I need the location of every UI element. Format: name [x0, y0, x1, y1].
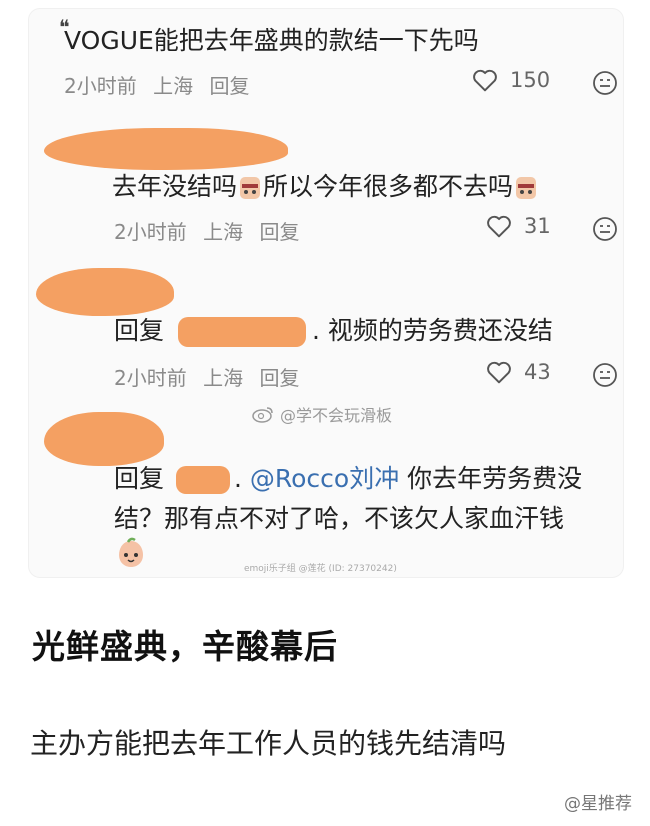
comment-2-text-part1: 去年没结吗 — [112, 172, 238, 201]
emoji-react-icon[interactable] — [592, 70, 618, 96]
comment-3-location: 上海 — [203, 366, 244, 390]
sticker-credit: emoji乐子组 @莲花 (ID: 27370242) — [244, 564, 397, 574]
comment-3-reply-prefix: 回复 — [114, 316, 165, 345]
comment-1-time: 2小时前 — [64, 74, 137, 98]
comment-4-text-line1: 你去年劳务费没 — [407, 464, 583, 493]
comment-4-line2: 结？那有点不对了哈，不该欠人家血汗钱 — [114, 504, 565, 533]
weibo-logo-icon — [252, 407, 273, 423]
heart-icon — [487, 361, 511, 384]
comment-3-like-button[interactable]: 43 — [486, 360, 551, 384]
emoji-react-icon[interactable] — [592, 362, 618, 388]
comment-2-meta: 2小时前 上海 回复 — [114, 216, 309, 245]
comment-3-reply-button[interactable]: 回复 — [259, 366, 299, 390]
redacted-avatar-username — [44, 128, 288, 170]
peach-sticker-icon — [119, 537, 143, 567]
comment-2-time: 2小时前 — [114, 220, 187, 244]
comment-1-text: VOGUE能把去年盛典的款结一下先吗 — [64, 26, 479, 55]
comment-1-reply-button[interactable]: 回复 — [209, 74, 249, 98]
redacted-avatar-username — [36, 268, 174, 316]
comment-1-like-button[interactable]: 150 — [472, 68, 550, 92]
article-headline: 光鲜盛典，辛酸幕后 — [32, 627, 338, 666]
redacted-username — [175, 466, 230, 494]
article-body: 主办方能把去年工作人员的钱先结清吗 — [30, 727, 507, 760]
sticker-emoji-icon — [516, 177, 537, 199]
comment-4-reply-prefix: 回复 — [114, 464, 165, 493]
emoji-react-icon[interactable] — [592, 216, 618, 242]
comment-2-like-button[interactable]: 31 — [486, 214, 551, 238]
heart-icon — [487, 215, 511, 238]
comment-1-location: 上海 — [153, 74, 194, 98]
mention-link[interactable]: @Rocco刘冲 — [250, 464, 399, 493]
comment-4-line1: 回复 . @Rocco刘冲 你去年劳务费没 — [114, 464, 583, 494]
heart-icon — [473, 69, 497, 92]
redacted-username — [177, 317, 306, 347]
comment-3-like-count: 43 — [524, 360, 551, 384]
watermark-text: @学不会玩滑板 — [280, 406, 393, 425]
comment-2-text: 去年没结吗 所以今年很多都不去吗 — [112, 170, 539, 204]
comment-1-meta: 2小时前 上海 回复 — [64, 70, 259, 99]
comment-2-reply-button[interactable]: 回复 — [259, 220, 299, 244]
weibo-watermark: @学不会玩滑板 — [252, 402, 392, 426]
comment-2-like-count: 31 — [524, 214, 551, 238]
redacted-avatar-username — [44, 412, 164, 466]
comment-2-location: 上海 — [203, 220, 244, 244]
comment-1-like-count: 150 — [510, 68, 551, 92]
comment-2-text-part2: 所以今年很多都不去吗 — [263, 172, 514, 201]
comment-3-text: 回复 . 视频的劳务费还没结 — [114, 316, 553, 347]
comment-3-body: 视频的劳务费还没结 — [327, 316, 553, 345]
comment-3-time: 2小时前 — [114, 366, 187, 390]
comment-3-meta: 2小时前 上海 回复 — [114, 362, 309, 391]
source-watermark: @星推荐 — [564, 789, 632, 814]
sticker-emoji-icon — [240, 177, 261, 199]
footer-mark-text: @星推荐 — [564, 794, 632, 814]
